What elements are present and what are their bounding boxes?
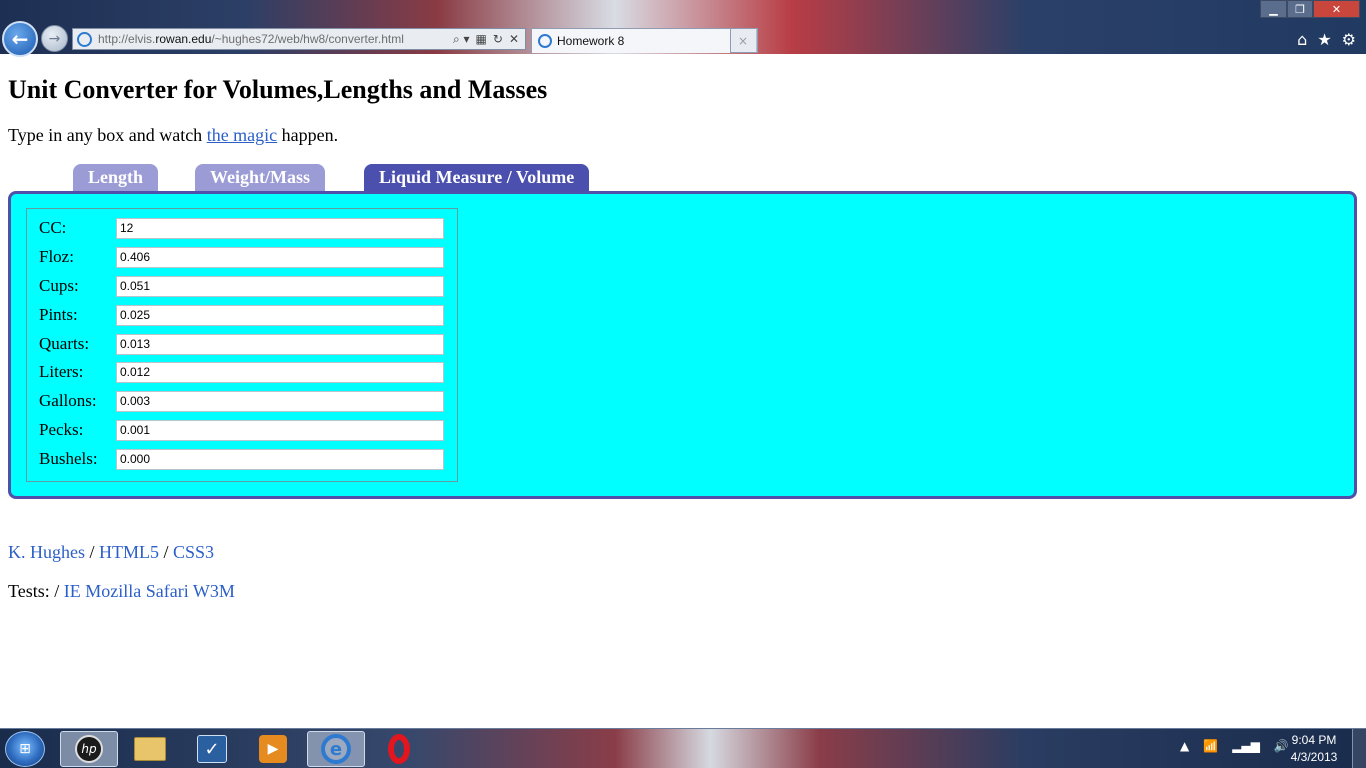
pints-input[interactable] — [116, 304, 444, 326]
tab-title: Homework 8 — [557, 34, 625, 48]
tab-weight-mass[interactable]: Weight/Mass — [195, 164, 326, 191]
clock-date: 4/3/2013 — [1290, 750, 1338, 764]
field-row-gallons: Gallons: — [39, 390, 444, 412]
folder-icon — [134, 737, 166, 761]
compatibility-view-icon[interactable]: ▦ — [476, 32, 487, 47]
author-link[interactable]: K. Hughes — [8, 542, 85, 562]
internet-explorer-icon: e — [321, 734, 351, 764]
field-label: Cups: — [39, 276, 79, 295]
tab-liquid-measure-volume[interactable]: Liquid Measure / Volume — [364, 164, 590, 191]
windows-logo-icon: ⊞ — [19, 741, 31, 757]
field-row-liters: Liters: — [39, 361, 444, 383]
close-icon: ✕ — [1331, 2, 1342, 16]
search-icon[interactable]: ⌕ ▾ — [453, 32, 470, 47]
forward-button[interactable]: → — [41, 25, 68, 52]
gallons-input[interactable] — [116, 390, 444, 412]
taskbar-media-button[interactable]: ▶ — [244, 731, 302, 767]
css3-link[interactable]: CSS3 — [173, 542, 214, 562]
clock[interactable]: 9:04 PM 4/3/2013 — [1284, 732, 1344, 766]
field-row-bushels: Bushels: — [39, 448, 444, 470]
wireless-network-icon[interactable]: 📶 — [1203, 739, 1218, 753]
field-label: Quarts: — [39, 334, 90, 353]
system-tray: ▲ 📶 ▂▄▆ 🔊 — [1180, 739, 1289, 753]
field-label: Floz: — [39, 247, 74, 266]
credits-line: K. Hughes / HTML5 / CSS3 — [8, 542, 215, 562]
tools-gear-icon[interactable]: ⚙ — [1342, 30, 1356, 49]
windows-taskbar: ⊞ hp ✓ ▶ e ▲ 📶 ▂▄▆ 🔊 9:04 PM 4/3/2013 — [0, 728, 1366, 768]
restore-icon: ❐ — [1295, 2, 1305, 16]
field-label: Gallons: — [39, 391, 97, 410]
field-row-cc: CC: — [39, 217, 444, 239]
tests-line: Tests: / IE Mozilla Safari W3M — [8, 581, 235, 602]
html5-link[interactable]: HTML5 — [99, 542, 159, 562]
field-row-quarts: Quarts: — [39, 333, 444, 355]
forward-arrow-icon: → — [48, 30, 61, 47]
url-text[interactable]: http://elvis.rowan.edu/~hughes72/web/hw8… — [98, 32, 453, 46]
taskbar-ie-button[interactable]: e — [307, 731, 365, 767]
minimize-icon: ▁ — [1269, 2, 1278, 16]
close-window-button[interactable]: ✕ — [1313, 0, 1360, 18]
ie-tab-icon — [538, 34, 552, 48]
taskbar-explorer-button[interactable] — [121, 731, 179, 767]
volume-fieldset: CC: Floz: Cups: Pints: Quarts: Liters: — [26, 208, 458, 482]
hp-logo-icon: hp — [75, 735, 103, 763]
field-label: Liters: — [39, 362, 84, 381]
home-icon[interactable]: ⌂ — [1297, 30, 1307, 49]
tests-browsers-link[interactable]: IE Mozilla Safari W3M — [64, 581, 235, 601]
show-desktop-button[interactable] — [1352, 729, 1366, 768]
page-content: Unit Converter for Volumes,Lengths and M… — [0, 54, 1366, 728]
cups-input[interactable] — [116, 275, 444, 297]
intro-text: Type in any box and watch the magic happ… — [8, 125, 339, 145]
minimize-button[interactable]: ▁ — [1260, 0, 1287, 18]
taskbar-checkmark-app-button[interactable]: ✓ — [183, 731, 241, 767]
tests-label: Tests: / — [8, 581, 64, 601]
bushels-input[interactable] — [116, 448, 444, 470]
the-magic-link[interactable]: the magic — [207, 125, 277, 145]
signal-strength-icon[interactable]: ▂▄▆ — [1232, 739, 1260, 753]
refresh-icon[interactable]: ↻ — [493, 32, 503, 47]
new-tab-button[interactable] — [730, 28, 758, 53]
start-button[interactable]: ⊞ — [5, 731, 45, 767]
maximize-button[interactable]: ❐ — [1287, 0, 1313, 18]
back-button[interactable]: ← — [2, 21, 38, 57]
floz-input[interactable] — [116, 246, 444, 268]
favorites-star-icon[interactable]: ★ — [1317, 30, 1331, 49]
field-label: Bushels: — [39, 449, 98, 468]
opera-icon — [388, 734, 410, 764]
liters-input[interactable] — [116, 361, 444, 383]
media-player-icon: ▶ — [259, 735, 287, 763]
field-row-floz: Floz: — [39, 246, 444, 268]
field-row-pints: Pints: — [39, 304, 444, 326]
ie-page-icon — [77, 31, 92, 47]
volume-panel: CC: Floz: Cups: Pints: Quarts: Liters: — [8, 191, 1357, 499]
pecks-input[interactable] — [116, 419, 444, 441]
taskbar-hp-button[interactable]: hp — [60, 731, 118, 767]
cc-input[interactable] — [116, 217, 444, 239]
address-bar[interactable]: http://elvis.rowan.edu/~hughes72/web/hw8… — [72, 28, 526, 50]
show-hidden-icons-icon[interactable]: ▲ — [1180, 739, 1189, 753]
browser-tab-homework-8[interactable]: Homework 8 × — [531, 28, 757, 53]
field-label: CC: — [39, 218, 67, 237]
field-label: Pints: — [39, 305, 78, 324]
page-title: Unit Converter for Volumes,Lengths and M… — [8, 75, 548, 104]
quarts-input[interactable] — [116, 333, 444, 355]
tab-length[interactable]: Length — [73, 164, 159, 191]
unit-tabs: Length Weight/Mass Liquid Measure / Volu… — [8, 164, 1358, 191]
field-row-cups: Cups: — [39, 275, 444, 297]
taskbar-opera-button[interactable] — [370, 731, 428, 767]
field-row-pecks: Pecks: — [39, 419, 444, 441]
clock-time: 9:04 PM — [1291, 733, 1337, 747]
stop-icon[interactable]: ✕ — [509, 32, 519, 47]
field-label: Pecks: — [39, 420, 84, 439]
browser-chrome: ← → http://elvis.rowan.edu/~hughes72/web… — [0, 0, 1366, 57]
checkmark-icon: ✓ — [197, 735, 227, 763]
back-arrow-icon: ← — [11, 27, 29, 51]
